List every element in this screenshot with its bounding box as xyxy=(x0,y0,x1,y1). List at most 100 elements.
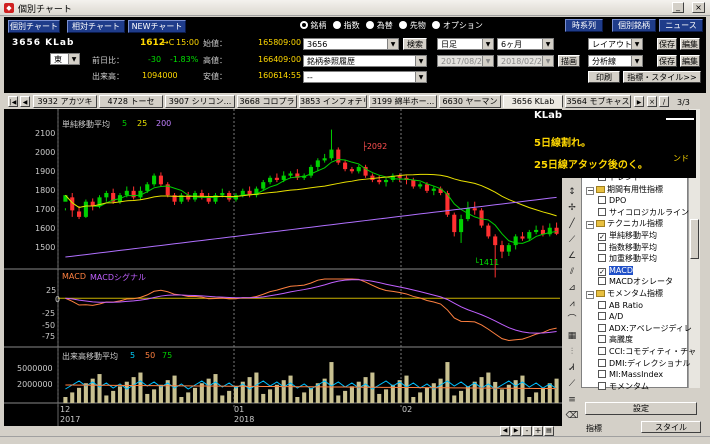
blank-select[interactable]: -- ▼ xyxy=(303,71,427,83)
indicator-style-button[interactable]: 指標・スタイル>> xyxy=(623,71,701,83)
grid-tool-icon[interactable]: ▦ xyxy=(565,330,579,343)
tree-row-1[interactable]: − 期間有用性指標 xyxy=(586,184,689,195)
individual-stock-button[interactable]: 個別銘柄 xyxy=(612,19,656,32)
tree-checkbox[interactable] xyxy=(598,254,606,263)
channel-tool-icon[interactable]: ⫽ xyxy=(565,266,579,279)
tree-expand-icon[interactable]: − xyxy=(586,221,594,230)
tab-stock-3564[interactable]: 3564 モブキャス xyxy=(565,95,631,108)
edit-layout-button[interactable]: 編集 xyxy=(680,38,700,50)
range-select[interactable]: 6ヶ月 ▼ xyxy=(497,38,554,50)
tree-checkbox[interactable] xyxy=(598,347,606,355)
tree-checkbox[interactable] xyxy=(598,370,606,379)
fan-tool-icon[interactable]: ⩘ xyxy=(565,298,579,311)
analysis-line-select[interactable]: 分析線 ▼ xyxy=(588,55,643,67)
tab-close-button[interactable]: × xyxy=(647,96,657,107)
tree-checkbox[interactable] xyxy=(598,312,606,321)
tab-stock-3199[interactable]: 3199 綿半ホー... xyxy=(369,95,437,108)
tab-stock-3656[interactable]: 3656 KLab xyxy=(503,95,563,108)
tree-row-3[interactable]: サイコロジカルライン xyxy=(598,207,701,218)
tree-row-7[interactable]: 加重移動平均 xyxy=(598,253,701,264)
search-button[interactable]: 検索 xyxy=(403,38,427,50)
fib-tool-icon[interactable]: ⊿ xyxy=(565,282,579,295)
arc-tool-icon[interactable]: ⌒ xyxy=(565,314,579,327)
tree-checkbox[interactable] xyxy=(598,335,606,344)
save-analysis-button[interactable]: 保存 xyxy=(657,55,677,67)
close-button[interactable]: × xyxy=(692,2,705,13)
radio-futures[interactable]: 先物 xyxy=(399,21,426,30)
radio-option[interactable]: オプション xyxy=(432,21,483,30)
tree-checkbox[interactable] xyxy=(598,358,606,367)
text-tool-icon[interactable]: Ꮧ xyxy=(565,362,579,375)
tree-row-17[interactable]: MI:MassIndex xyxy=(598,369,701,380)
code-input[interactable]: 3656 ▼ xyxy=(303,38,399,50)
tab-stock-3907[interactable]: 3907 シリコン... xyxy=(165,95,235,108)
cursor-tool-icon[interactable]: ↕ xyxy=(565,186,579,199)
chart-scroll-right[interactable]: ▶ xyxy=(511,426,521,436)
tree-row-11[interactable]: AB Ratio xyxy=(598,300,701,311)
tree-row-15[interactable]: CCI:コモディティ・チャ xyxy=(598,346,701,357)
hline-tool-icon[interactable]: ⟋ xyxy=(565,234,579,247)
radio-index[interactable]: 指数 xyxy=(333,21,360,30)
tree-expand-icon[interactable]: − xyxy=(586,186,594,195)
radio-fx[interactable]: 為替 xyxy=(366,21,393,30)
layout-select[interactable]: レイアウト ▼ xyxy=(588,38,643,50)
relative-chart-button[interactable]: 相対チャート xyxy=(67,20,125,33)
chart-zoom-in[interactable]: + xyxy=(533,426,543,436)
minimize-button[interactable]: _ xyxy=(672,2,684,13)
tab-stock-6630[interactable]: 6630 ヤーマン xyxy=(439,95,501,108)
chart-area[interactable] xyxy=(4,109,562,426)
period-select[interactable]: 日足 ▼ xyxy=(437,38,494,50)
tab-stock-3853[interactable]: 3853 インフォテリ xyxy=(299,95,367,108)
reference-history-select[interactable]: 銘柄参照履歴 ▼ xyxy=(303,55,427,67)
time-series-button[interactable]: 時系列 xyxy=(565,19,603,32)
tree-row-18[interactable]: モメンタム xyxy=(598,381,701,392)
chart-zoom-out[interactable]: - xyxy=(522,426,532,436)
tab-next-button[interactable]: ▶ xyxy=(634,96,644,107)
print-button[interactable]: 印刷 xyxy=(588,71,620,83)
tree-row-14[interactable]: 高騰度 xyxy=(598,334,701,345)
tree-checkbox[interactable]: ✓ xyxy=(598,233,606,241)
chart-scroll-left[interactable]: ◀ xyxy=(500,426,510,436)
date-to-select[interactable]: 2018/02/28 ▼ xyxy=(497,55,554,67)
crosshair-tool-icon[interactable]: ✢ xyxy=(565,202,579,215)
tree-checkbox[interactable] xyxy=(598,323,606,332)
cycle-tool-icon[interactable]: ⫶ xyxy=(565,346,579,359)
tree-row-4[interactable]: − テクニカル指標 xyxy=(586,218,689,230)
tree-row-12[interactable]: A/D xyxy=(598,311,701,322)
edit-analysis-button[interactable]: 編集 xyxy=(680,55,700,67)
line-tool-icon[interactable]: ╱ xyxy=(565,218,579,231)
market-select[interactable]: 東 ▼ xyxy=(50,53,80,65)
date-from-select[interactable]: 2017/08/28 ▼ xyxy=(437,55,494,67)
tab-stock-3932[interactable]: 3932 アカツキ xyxy=(33,95,97,108)
tab-prev-button[interactable]: ◀ xyxy=(20,96,30,107)
chart-fit[interactable]: ▤ xyxy=(544,426,554,436)
tree-row-8[interactable]: ✓ MACD xyxy=(598,265,701,276)
individual-chart-button[interactable]: 個別チャート xyxy=(8,20,60,33)
tree-checkbox[interactable] xyxy=(598,242,606,251)
tree-expand-icon[interactable]: − xyxy=(586,291,594,299)
tree-checkbox[interactable] xyxy=(598,381,606,390)
radio-stock[interactable]: 銘柄 xyxy=(300,21,327,30)
tree-checkbox[interactable]: ✓ xyxy=(598,267,606,276)
tab-list-button[interactable]: / xyxy=(659,96,669,107)
tree-checkbox[interactable] xyxy=(598,196,606,205)
tree-row-5[interactable]: ✓ 単純移動平均 xyxy=(598,230,701,241)
draw-button[interactable]: 描画 xyxy=(558,55,580,67)
news-button[interactable]: ニュース xyxy=(659,19,703,32)
eraser-tool-icon[interactable]: ⌫ xyxy=(565,410,579,423)
settings-button[interactable]: 設定 xyxy=(585,402,697,415)
tree-checkbox[interactable] xyxy=(598,207,606,216)
tree-checkbox[interactable] xyxy=(598,277,606,286)
tree-checkbox[interactable] xyxy=(598,300,606,309)
tree-row-2[interactable]: DPO xyxy=(598,195,701,206)
tab-stock-4728[interactable]: 4728 トーセ xyxy=(99,95,163,108)
save-layout-button[interactable]: 保存 xyxy=(657,38,677,50)
tree-row-13[interactable]: ADX:アベレージディレ xyxy=(598,323,701,334)
trend-tool-icon[interactable]: ∠ xyxy=(565,250,579,263)
parallel-tool-icon[interactable]: ≡ xyxy=(565,394,579,407)
new-chart-button[interactable]: NEWチャート xyxy=(128,20,186,33)
tree-row-9[interactable]: MACDオシレータ xyxy=(598,276,701,287)
style-tab[interactable]: スタイル xyxy=(641,421,701,433)
tab-stock-3668[interactable]: 3668 コロプラ xyxy=(237,95,297,108)
ray-tool-icon[interactable]: ⟋ xyxy=(565,378,579,391)
